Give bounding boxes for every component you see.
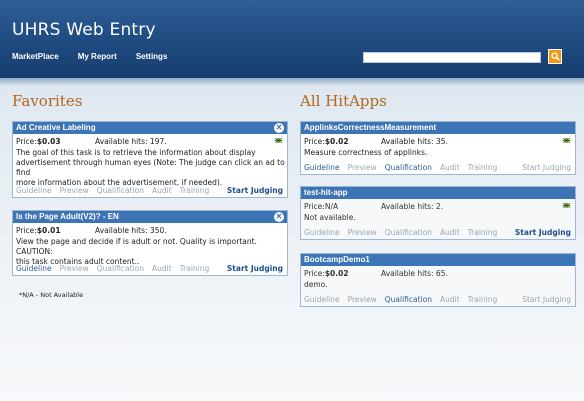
card-title[interactable]: Is the Page Adult(V2)? - EN ✕ [13, 211, 287, 223]
hitapp-card-applinks: ApplinksCorrectnessMeasurement Price:$0.… [300, 121, 576, 175]
hitapp-card-test-hit-app: test-hit-app Price:N/A Available hits: 2… [300, 186, 576, 240]
link-training[interactable]: Training [468, 163, 498, 172]
link-qualification[interactable]: Qualification [385, 295, 432, 304]
start-judging-button[interactable]: Start Judging [522, 295, 571, 304]
card-links: Guideline Preview Qualification Audit Tr… [16, 264, 217, 273]
link-training[interactable]: Training [468, 228, 498, 237]
link-preview[interactable]: Preview [348, 163, 377, 172]
link-guideline[interactable]: Guideline [304, 295, 340, 304]
bug-icon [562, 137, 571, 144]
favorite-card-is-the-page-adult: Is the Page Adult(V2)? - EN ✕ Price:$0.0… [12, 210, 288, 276]
task-description: View the page and decide if is adult or … [16, 237, 257, 266]
card-links: Guideline Preview Qualification Audit Tr… [304, 163, 505, 172]
card-links: Guideline Preview Qualification Audit Tr… [16, 186, 217, 195]
price: Price:$0.01 [16, 226, 61, 235]
close-icon[interactable]: ✕ [274, 123, 284, 133]
link-guideline[interactable]: Guideline [304, 228, 340, 237]
card-title[interactable]: Ad Creative Labeling ✕ [13, 122, 287, 134]
hitapp-card-bootcampdemo1: BootcampDemo1 Price:$0.02 Available hits… [300, 253, 576, 307]
task-description: demo. [304, 280, 328, 289]
link-audit[interactable]: Audit [440, 228, 460, 237]
available-hits: Available hits: 65. [381, 269, 448, 278]
footnote: *N/A - Not Available [19, 291, 84, 299]
bug-icon [562, 202, 571, 209]
card-title[interactable]: ApplinksCorrectnessMeasurement [301, 122, 575, 134]
link-preview[interactable]: Preview [60, 186, 89, 195]
search-icon [550, 52, 560, 61]
start-judging-button[interactable]: Start Judging [522, 163, 571, 172]
link-guideline[interactable]: Guideline [16, 264, 52, 273]
task-description: The goal of this task is to retrieve the… [16, 148, 285, 187]
link-guideline[interactable]: Guideline [304, 163, 340, 172]
card-title[interactable]: test-hit-app [301, 187, 575, 199]
app-header: UHRS Web Entry MarketPlace My Report Set… [0, 0, 584, 78]
price: Price:N/A [304, 202, 339, 211]
price: Price:$0.02 [304, 269, 349, 278]
start-judging-button[interactable]: Start Judging [515, 228, 571, 237]
available-hits: Available hits: 350. [95, 226, 167, 235]
close-icon[interactable]: ✕ [274, 212, 284, 222]
available-hits: Available hits: 2. [381, 202, 444, 211]
link-qualification[interactable]: Qualification [385, 228, 432, 237]
available-hits: Available hits: 197. [95, 137, 167, 146]
card-links: Guideline Preview Qualification Audit Tr… [304, 295, 505, 304]
price: Price:$0.03 [16, 137, 61, 146]
nav-marketplace[interactable]: MarketPlace [12, 52, 59, 61]
start-judging-button[interactable]: Start Judging [227, 264, 283, 273]
link-training[interactable]: Training [180, 186, 210, 195]
favorites-title: Favorites [12, 92, 83, 110]
link-training[interactable]: Training [180, 264, 210, 273]
link-preview[interactable]: Preview [60, 264, 89, 273]
nav-settings[interactable]: Settings [136, 52, 168, 61]
available-hits: Available hits: 35. [381, 137, 448, 146]
task-description: Measure correctness of applinks. [304, 148, 428, 157]
price: Price:$0.02 [304, 137, 349, 146]
link-preview[interactable]: Preview [348, 295, 377, 304]
link-training[interactable]: Training [468, 295, 498, 304]
link-audit[interactable]: Audit [152, 186, 172, 195]
link-qualification[interactable]: Qualification [385, 163, 432, 172]
task-description: Not available. [304, 213, 356, 222]
link-preview[interactable]: Preview [348, 228, 377, 237]
link-audit[interactable]: Audit [440, 163, 460, 172]
hitapps-title: All HitApps [300, 92, 387, 110]
link-qualification[interactable]: Qualification [97, 186, 144, 195]
link-audit[interactable]: Audit [152, 264, 172, 273]
link-qualification[interactable]: Qualification [97, 264, 144, 273]
card-title[interactable]: BootcampDemo1 [301, 254, 575, 266]
link-audit[interactable]: Audit [440, 295, 460, 304]
start-judging-button[interactable]: Start Judging [227, 186, 283, 195]
search-input[interactable] [363, 52, 541, 63]
top-nav: MarketPlace My Report Settings [12, 52, 167, 61]
app-title: UHRS Web Entry [12, 20, 156, 40]
card-links: Guideline Preview Qualification Audit Tr… [304, 228, 505, 237]
search-button[interactable] [548, 49, 562, 64]
bug-icon [274, 137, 283, 144]
link-guideline[interactable]: Guideline [16, 186, 52, 195]
favorite-card-ad-creative-labeling: Ad Creative Labeling ✕ Price:$0.03 Avail… [12, 121, 288, 198]
nav-my-report[interactable]: My Report [78, 52, 117, 61]
